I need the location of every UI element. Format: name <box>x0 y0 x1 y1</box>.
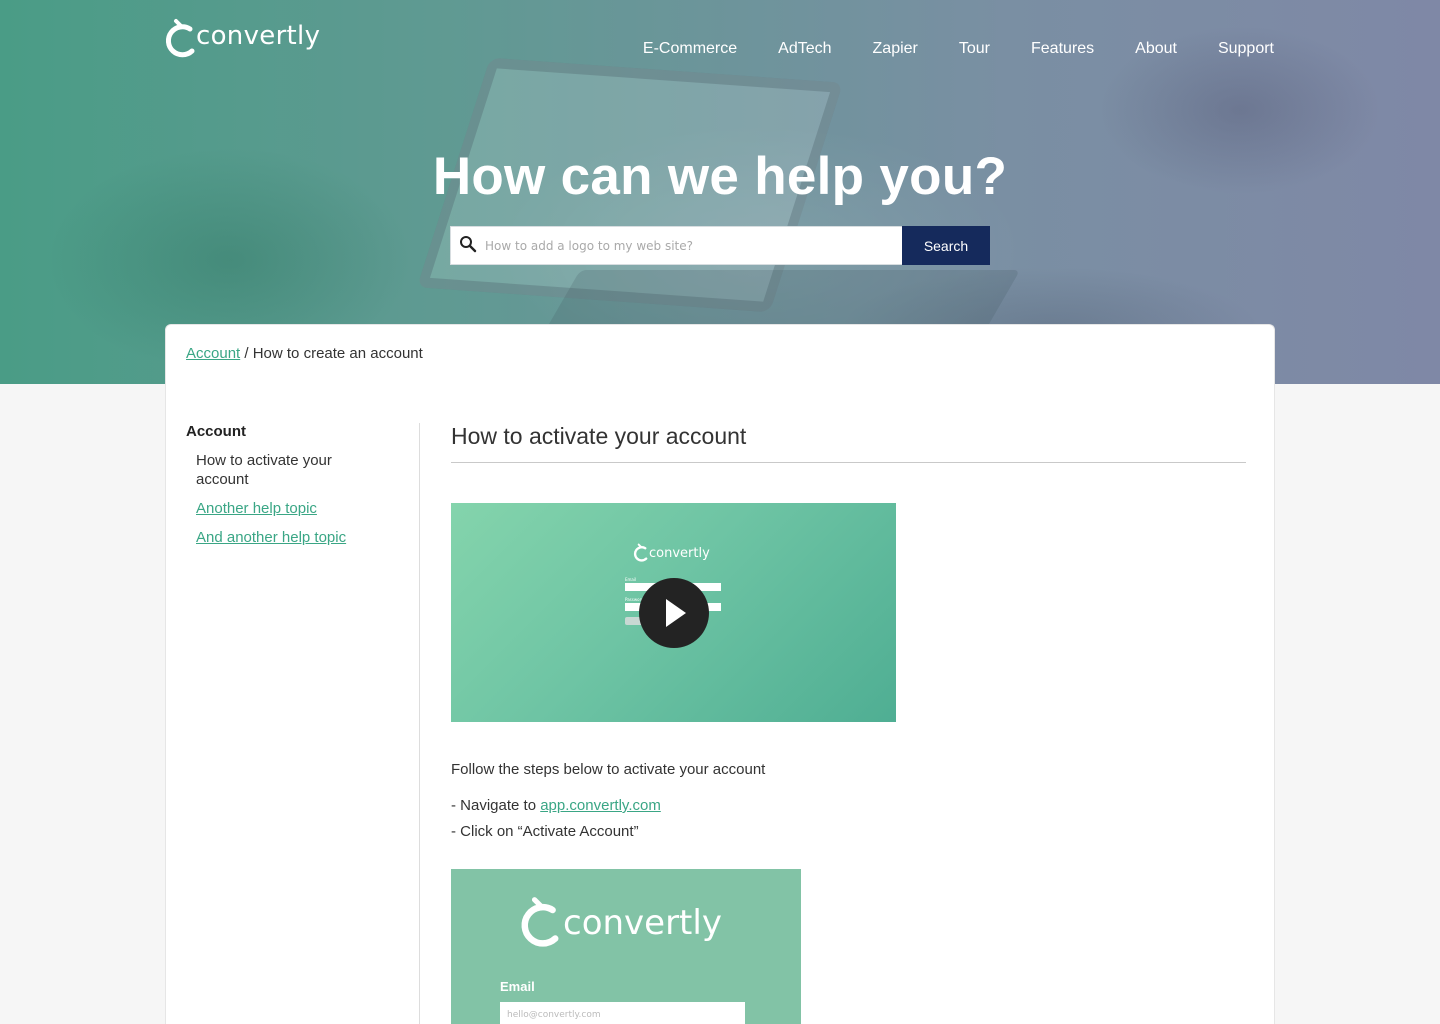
search-icon <box>459 235 477 257</box>
nav-tour[interactable]: Tour <box>959 40 990 58</box>
search-button[interactable]: Search <box>902 226 990 265</box>
screenshot-logo-text: convertly <box>563 903 722 943</box>
screenshot-email-field: hello@convertly.com <box>500 1002 745 1024</box>
article: How to activate your account convertly E… <box>451 423 1246 1024</box>
sidebar-item-and-another-topic: And another help topic <box>196 528 406 547</box>
play-icon[interactable] <box>639 578 709 648</box>
nav-about[interactable]: About <box>1135 40 1177 58</box>
step-navigate-text: - Navigate to <box>451 797 541 814</box>
app-link[interactable]: app.convertly.com <box>540 797 661 814</box>
video-logo-text: convertly <box>649 545 710 561</box>
step-navigate: - Navigate to app.convertly.com <box>451 797 765 814</box>
screenshot-logo: convertly <box>519 895 722 951</box>
hero-title: How can we help you? <box>432 147 1008 206</box>
logo-icon <box>164 18 196 58</box>
steps-intro: Follow the steps below to activate your … <box>451 761 766 778</box>
breadcrumb: Account / How to create an account <box>186 345 423 362</box>
nav-ecommerce[interactable]: E-Commerce <box>643 40 737 58</box>
search-form: Search <box>450 226 990 265</box>
sidebar-item-activate[interactable]: How to activate your account <box>196 451 376 489</box>
sidebar-link-and-another-topic[interactable]: And another help topic <box>196 529 346 546</box>
topics-sidebar: Account How to activate your account Ano… <box>186 423 406 557</box>
sidebar-item-another-topic: Another help topic <box>196 499 406 518</box>
nav-features[interactable]: Features <box>1031 40 1094 58</box>
screenshot-logo-icon <box>521 897 559 947</box>
step-click-activate: - Click on “Activate Account” <box>451 823 639 840</box>
sidebar-title: Account <box>186 423 246 440</box>
breadcrumb-current: How to create an account <box>252 345 423 362</box>
article-title: How to activate your account <box>451 423 1246 463</box>
nav-zapier[interactable]: Zapier <box>873 40 918 58</box>
nav-adtech[interactable]: AdTech <box>778 40 831 58</box>
breadcrumb-separator: / <box>240 345 253 362</box>
nav-support[interactable]: Support <box>1218 40 1274 58</box>
login-screenshot: convertly Email hello@convertly.com <box>451 869 801 1024</box>
site-logo[interactable]: convertly <box>164 18 320 58</box>
sidebar-link-another-topic[interactable]: Another help topic <box>196 500 317 517</box>
breadcrumb-account-link[interactable]: Account <box>186 345 240 362</box>
search-input[interactable] <box>485 238 885 253</box>
search-field <box>450 226 902 265</box>
main-nav: E-Commerce AdTech Zapier Tour Features A… <box>643 40 1274 58</box>
video-player[interactable]: convertly Email Password <box>451 503 896 722</box>
logo-text: convertly <box>196 21 321 51</box>
sidebar-list: How to activate your account Another hel… <box>186 451 406 547</box>
steps-section: Follow the steps below to activate your … <box>451 761 765 849</box>
help-article-card: Account / How to create an account Accou… <box>165 324 1275 1024</box>
video-logo: convertly <box>633 543 710 563</box>
screenshot-email-label: Email <box>500 979 535 994</box>
video-logo-icon <box>633 543 648 562</box>
sidebar-divider <box>419 423 420 1024</box>
